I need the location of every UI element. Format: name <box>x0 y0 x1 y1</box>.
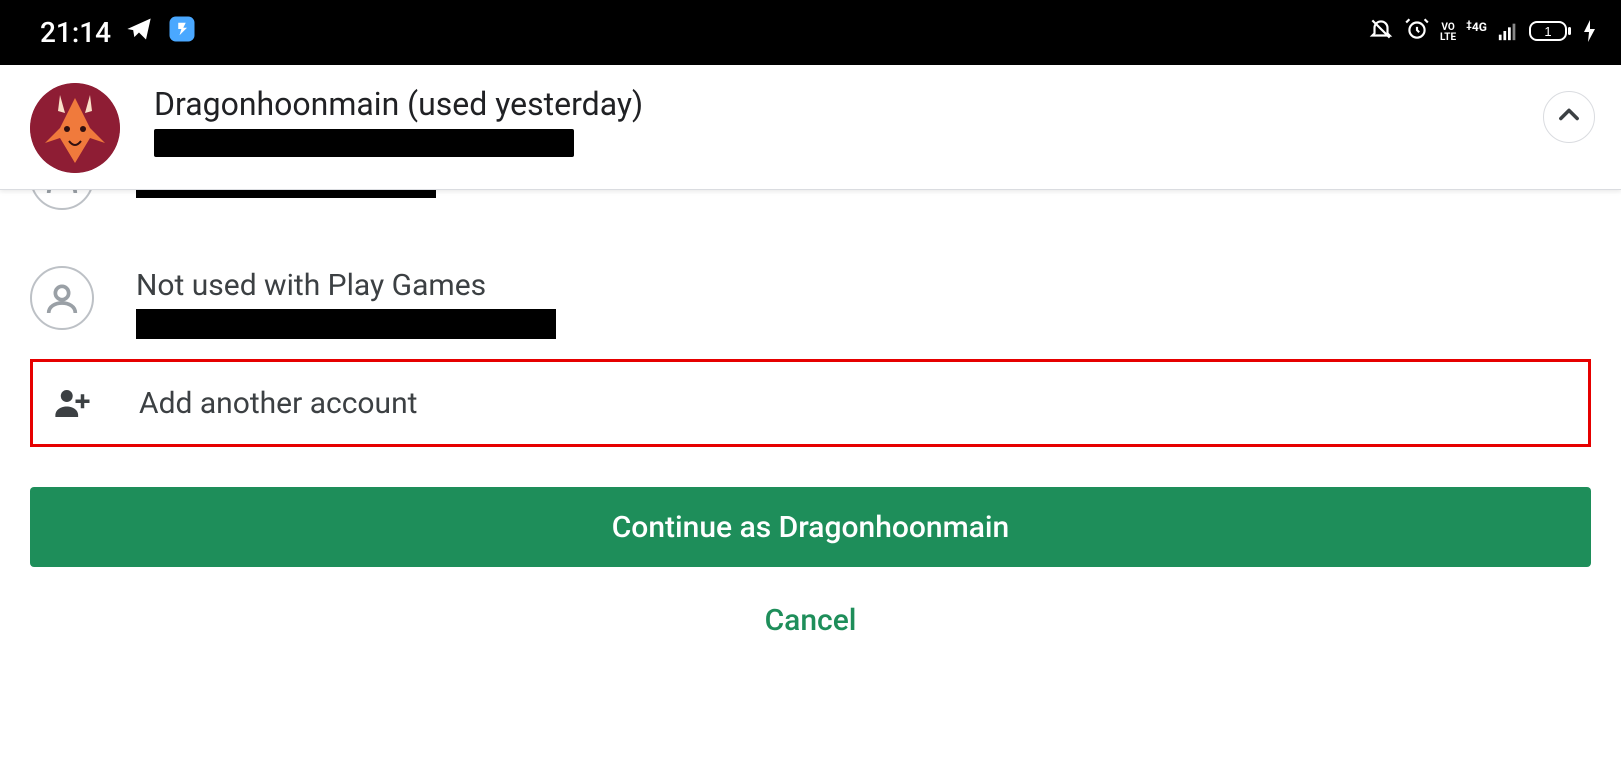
account-item[interactable]: Not used with Play Games <box>0 258 1621 347</box>
signal-icon <box>1497 16 1519 49</box>
battery-label: 1 <box>1544 24 1551 39</box>
continue-button[interactable]: Continue as Dragonhoonmain <box>30 487 1591 567</box>
person-add-icon <box>49 382 95 424</box>
clock: 21:14 <box>40 16 111 49</box>
status-left: 21:14 <box>40 14 197 51</box>
chevron-up-icon <box>1555 101 1583 133</box>
add-account-label: Add another account <box>139 386 417 421</box>
account-list: Not used with Play Games Add another acc… <box>0 164 1621 638</box>
charging-icon <box>1583 16 1597 49</box>
status-bar: 21:14 VO LTE ‡4G 1 <box>0 0 1621 65</box>
person-outline-avatar <box>30 266 94 330</box>
collapse-button[interactable] <box>1543 91 1595 143</box>
telegram-icon <box>125 15 153 50</box>
add-another-account[interactable]: Add another account <box>30 359 1591 447</box>
status-right: VO LTE ‡4G 1 <box>1368 16 1597 49</box>
notifications-off-icon <box>1368 16 1394 49</box>
app-icon <box>167 14 197 51</box>
alarm-icon <box>1404 16 1430 49</box>
account-email-redacted <box>136 309 556 339</box>
dragon-avatar <box>30 83 120 173</box>
cancel-button-label: Cancel <box>765 603 857 638</box>
account-item-text: Not used with Play Games <box>136 266 1591 339</box>
selected-account-email-redacted <box>154 129 574 157</box>
selected-account-name: Dragonhoonmain (used yesterday) <box>154 85 1509 123</box>
selected-account-text: Dragonhoonmain (used yesterday) <box>154 83 1509 157</box>
mobile-4g-icon: ‡4G <box>1466 20 1487 34</box>
volte-icon: VO LTE <box>1440 23 1456 43</box>
cancel-button[interactable]: Cancel <box>0 603 1621 638</box>
account-status-label: Not used with Play Games <box>136 268 1591 303</box>
continue-button-label: Continue as Dragonhoonmain <box>612 510 1010 545</box>
selected-account-header[interactable]: Dragonhoonmain (used yesterday) <box>0 65 1621 190</box>
battery-icon: 1 <box>1529 16 1573 49</box>
